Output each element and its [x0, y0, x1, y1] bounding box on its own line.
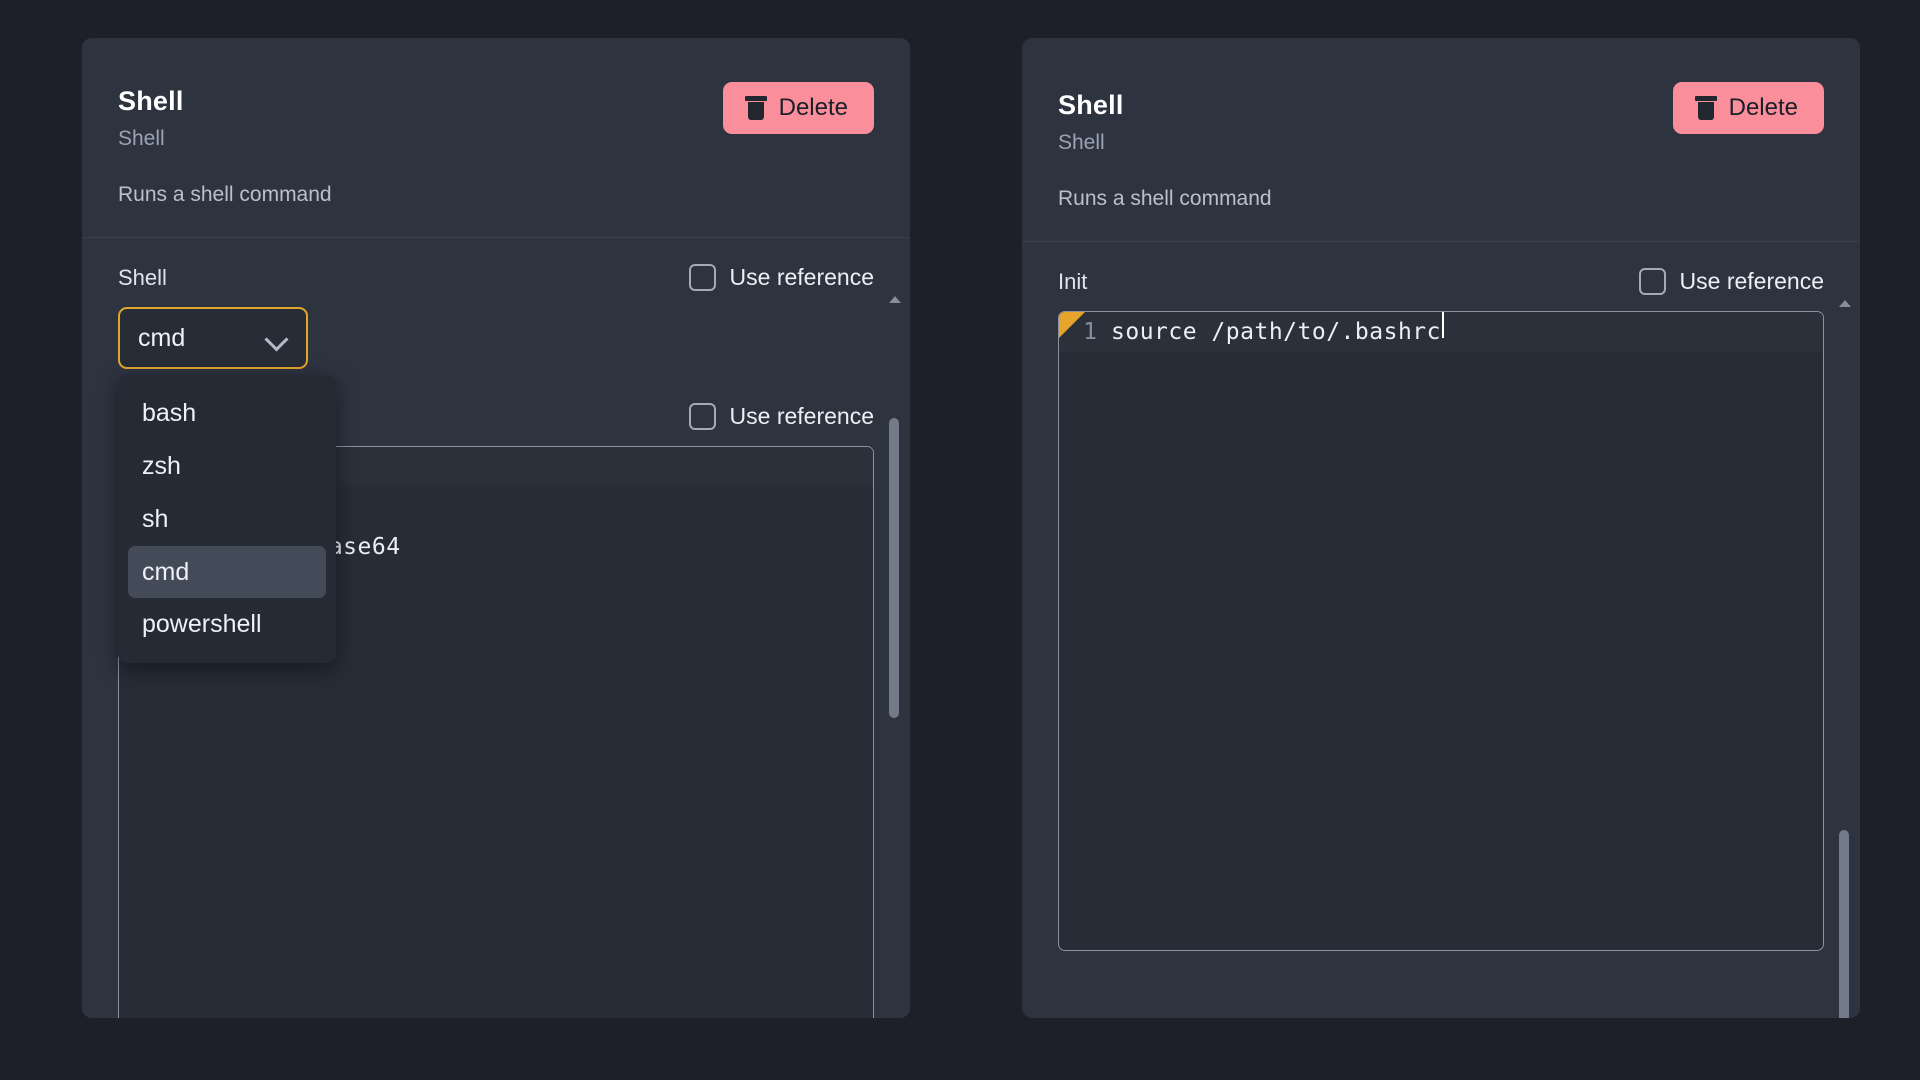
use-reference-label-command: Use reference	[729, 403, 874, 430]
use-reference-label-init: Use reference	[1679, 268, 1824, 295]
scrollbar-thumb[interactable]	[1839, 830, 1849, 1018]
code-body: 1 source /path/to/.bashrc	[1059, 312, 1823, 353]
delete-button[interactable]: Delete	[1672, 82, 1824, 134]
code-line-text: source /path/to/.bashrc	[1111, 319, 1441, 346]
use-reference-checkbox-command[interactable]	[688, 403, 716, 431]
card-body: Init Use reference 1 source /path/to/.ba…	[1022, 242, 1860, 1003]
app-root: Shell Shell Runs a shell command Delete …	[0, 0, 1920, 1080]
init-code-editor[interactable]: 1 source /path/to/.bashrc	[1058, 311, 1824, 952]
scrollbar-thumb[interactable]	[889, 418, 899, 718]
delete-button-label: Delete	[778, 94, 848, 121]
scroll-up-arrow-icon[interactable]	[1839, 300, 1851, 307]
shell-option-bash[interactable]: bash	[128, 387, 326, 440]
shell-option-zsh[interactable]: zsh	[128, 440, 326, 493]
card-body: Shell Use reference cmd bash zsh sh cmd …	[82, 238, 910, 1018]
use-reference-checkbox-shell[interactable]	[688, 264, 716, 292]
shell-option-sh[interactable]: sh	[128, 493, 326, 546]
card-description: Runs a shell command	[1058, 187, 1272, 211]
panel-scrollbar-right[interactable]	[1836, 300, 1852, 1018]
use-reference-toggle-init[interactable]: Use reference	[1638, 268, 1824, 296]
panel-scrollbar-left[interactable]	[886, 296, 902, 1018]
shell-select-dropdown[interactable]: bash zsh sh cmd powershell	[118, 375, 336, 664]
scroll-up-arrow-icon[interactable]	[889, 296, 901, 303]
card-description: Runs a shell command	[118, 183, 332, 207]
use-reference-label-shell: Use reference	[729, 264, 874, 291]
shell-option-powershell[interactable]: powershell	[128, 598, 326, 651]
trash-icon	[744, 96, 767, 120]
shell-field-label: Shell	[118, 264, 167, 290]
init-field-label: Init	[1058, 268, 1088, 294]
code-line: 1 source /path/to/.bashrc	[1059, 312, 1823, 353]
text-caret	[1442, 312, 1444, 339]
shell-select-value: cmd	[138, 323, 186, 352]
card-header: Shell Shell Runs a shell command Delete	[1022, 38, 1860, 243]
shell-field-row: Shell Use reference	[118, 264, 874, 292]
delete-button-label: Delete	[1728, 94, 1798, 121]
trash-icon	[1694, 96, 1717, 120]
use-reference-toggle-command[interactable]: Use reference	[688, 403, 874, 431]
card-header: Shell Shell Runs a shell command Delete	[82, 38, 910, 239]
init-field-row: Init Use reference	[1058, 268, 1824, 296]
shell-node-card-left: Shell Shell Runs a shell command Delete …	[82, 38, 910, 1018]
chevron-down-icon	[266, 327, 288, 349]
shell-node-card-right: Shell Shell Runs a shell command Delete …	[1022, 38, 1860, 1018]
shell-option-cmd[interactable]: cmd	[128, 545, 326, 599]
use-reference-checkbox-init[interactable]	[1638, 268, 1666, 296]
delete-button[interactable]: Delete	[722, 82, 874, 134]
shell-select[interactable]: cmd	[118, 307, 308, 370]
shell-select-container: cmd bash zsh sh cmd powershell	[118, 307, 874, 664]
unsaved-corner-marker-icon	[1059, 312, 1085, 339]
use-reference-toggle-shell[interactable]: Use reference	[688, 264, 874, 292]
